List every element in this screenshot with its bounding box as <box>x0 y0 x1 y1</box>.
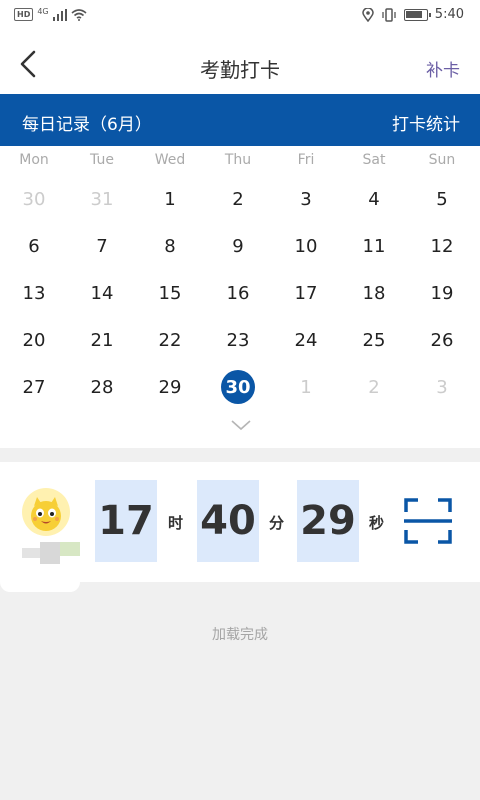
punch-stats-link[interactable]: 打卡统计 <box>392 110 460 135</box>
calendar-day[interactable]: 29 <box>136 364 204 411</box>
calendar-day-other-month[interactable]: 1 <box>272 364 340 411</box>
user-name-pixelated <box>22 542 80 572</box>
calendar-day[interactable]: 21 <box>68 317 136 364</box>
clock-time: 5:40 <box>434 7 464 22</box>
calendar-day[interactable]: 19 <box>408 270 476 317</box>
calendar-day[interactable]: 14 <box>68 270 136 317</box>
minutes-unit: 分 <box>269 514 285 532</box>
avatar <box>22 488 70 536</box>
records-banner: 每日记录（6月） 打卡统计 <box>0 94 480 146</box>
calendar-day[interactable]: 20 <box>0 317 68 364</box>
mascot-icon <box>31 497 61 531</box>
calendar-day-other-month[interactable]: 3 <box>408 364 476 411</box>
calendar-day[interactable]: 3 <box>272 176 340 223</box>
calendar-day[interactable]: 11 <box>340 223 408 270</box>
signal-icon <box>52 8 67 21</box>
seconds-box: 29 <box>297 480 359 562</box>
seconds-unit: 秒 <box>369 514 385 532</box>
calendar-day[interactable]: 24 <box>272 317 340 364</box>
battery-icon <box>403 8 431 21</box>
weekday-label: Thu <box>224 152 252 168</box>
calendar-day[interactable]: 1 <box>136 176 204 223</box>
calendar-day[interactable]: 28 <box>68 364 136 411</box>
calendar-day[interactable]: 10 <box>272 223 340 270</box>
calendar-day[interactable]: 12 <box>408 223 476 270</box>
weekday-label: Sun <box>428 152 456 168</box>
calendar-day[interactable]: 6 <box>0 223 68 270</box>
status-left: HD 4G <box>14 7 87 21</box>
weekday-label: Wed <box>154 152 186 168</box>
calendar: Mon Tue Wed Thu Fri Sat Sun 30 31 1 2 3 … <box>0 146 480 448</box>
calendar-week: 30 31 1 2 3 4 5 <box>0 176 480 223</box>
weekday-label: Sat <box>362 152 386 168</box>
calendar-day[interactable]: 22 <box>136 317 204 364</box>
status-right: 5:40 <box>362 7 464 22</box>
hours-unit: 时 <box>168 514 184 532</box>
clock-in-card: 17 时 40 分 29 秒 <box>0 462 480 582</box>
app-header: 考勤打卡 补卡 <box>0 34 480 94</box>
weekday-label: Tue <box>90 152 114 168</box>
selected-day-number: 30 <box>225 377 251 398</box>
card-tab <box>0 582 80 592</box>
calendar-day[interactable]: 25 <box>340 317 408 364</box>
calendar-day[interactable]: 8 <box>136 223 204 270</box>
calendar-day[interactable]: 15 <box>136 270 204 317</box>
calendar-day[interactable]: 7 <box>68 223 136 270</box>
wifi-icon <box>71 8 87 21</box>
calendar-day[interactable]: 27 <box>0 364 68 411</box>
weekday-header: Mon Tue Wed Thu Fri Sat Sun <box>0 146 480 176</box>
calendar-day[interactable]: 2 <box>204 176 272 223</box>
calendar-day[interactable]: 17 <box>272 270 340 317</box>
hd-badge: HD <box>14 8 34 21</box>
hours-box: 17 <box>95 480 157 562</box>
calendar-week: 6 7 8 9 10 11 12 <box>0 223 480 270</box>
daily-record-label: 每日记录（6月） <box>22 115 152 135</box>
weekday-label: Fri <box>297 152 315 168</box>
calendar-week: 20 21 22 23 24 25 26 <box>0 317 480 364</box>
calendar-day-other-month[interactable]: 2 <box>340 364 408 411</box>
calendar-week: 27 28 29 30 1 2 3 <box>0 364 480 411</box>
network-type: 4G <box>37 7 49 16</box>
calendar-day[interactable]: 9 <box>204 223 272 270</box>
calendar-day[interactable]: 23 <box>204 317 272 364</box>
calendar-day[interactable]: 18 <box>340 270 408 317</box>
minutes-box: 40 <box>197 480 259 562</box>
chevron-down-icon[interactable] <box>230 418 252 432</box>
loading-status: 加载完成 <box>212 627 268 643</box>
page-title: 考勤打卡 <box>200 58 280 82</box>
location-icon <box>362 7 374 22</box>
vibrate-icon <box>382 7 396 22</box>
status-bar: HD 4G 5:40 <box>0 0 480 34</box>
calendar-day[interactable]: 4 <box>340 176 408 223</box>
calendar-week: 13 14 15 16 17 18 19 <box>0 270 480 317</box>
scan-icon[interactable] <box>404 498 452 544</box>
calendar-day[interactable]: 5 <box>408 176 476 223</box>
calendar-day[interactable]: 16 <box>204 270 272 317</box>
calendar-day-other-month[interactable]: 31 <box>68 176 136 223</box>
makeup-punch-button[interactable]: 补卡 <box>426 56 460 81</box>
calendar-day-other-month[interactable]: 30 <box>0 176 68 223</box>
calendar-day[interactable]: 13 <box>0 270 68 317</box>
weekday-label: Mon <box>19 152 49 168</box>
calendar-day[interactable]: 26 <box>408 317 476 364</box>
calendar-day-selected[interactable]: 30 <box>204 364 272 411</box>
